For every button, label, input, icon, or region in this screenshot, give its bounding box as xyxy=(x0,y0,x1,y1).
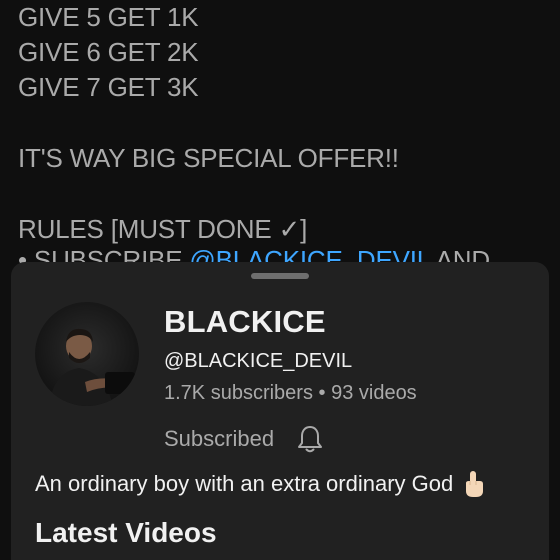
community-post-text: GIVE 5 GET 1K GIVE 6 GET 2K GIVE 7 GET 3… xyxy=(18,0,548,263)
post-partial-line: • SUBSCRIBE @BLACKICE_DEVIL AND xyxy=(18,243,538,263)
channel-avatar[interactable] xyxy=(35,302,139,406)
channel-handle: @BLACKICE_DEVIL xyxy=(164,350,353,372)
channel-mention-link[interactable]: @BLACKICE_DEVIL xyxy=(189,245,430,263)
subscription-row: Subscribed xyxy=(164,424,324,454)
post-line: RULES [MUST DONE ✓] xyxy=(18,214,308,244)
post-partial-prefix: • SUBSCRIBE xyxy=(18,245,190,263)
index-pointing-up-icon xyxy=(463,470,485,498)
post-line: IT'S WAY BIG SPECIAL OFFER!! xyxy=(18,143,399,173)
drag-handle[interactable] xyxy=(251,273,309,279)
channel-name[interactable]: BLACKICE xyxy=(164,304,326,340)
latest-videos-heading: Latest Videos xyxy=(35,517,217,548)
post-line: GIVE 5 GET 1K xyxy=(18,2,199,32)
channel-description-text: An ordinary boy with an extra ordinary G… xyxy=(35,471,454,496)
bell-icon[interactable] xyxy=(296,424,324,454)
post-partial-suffix: AND xyxy=(430,245,491,263)
channel-description: An ordinary boy with an extra ordinary G… xyxy=(35,470,485,498)
post-line: GIVE 7 GET 3K xyxy=(18,72,199,102)
channel-bottom-sheet: BLACKICE @BLACKICE_DEVIL 1.7K subscriber… xyxy=(11,262,549,560)
post-line: GIVE 6 GET 2K xyxy=(18,37,199,67)
channel-stats: 1.7K subscribers • 93 videos xyxy=(164,382,417,404)
screen: GIVE 5 GET 1K GIVE 6 GET 2K GIVE 7 GET 3… xyxy=(0,0,560,560)
subscribed-button[interactable]: Subscribed xyxy=(164,426,274,452)
